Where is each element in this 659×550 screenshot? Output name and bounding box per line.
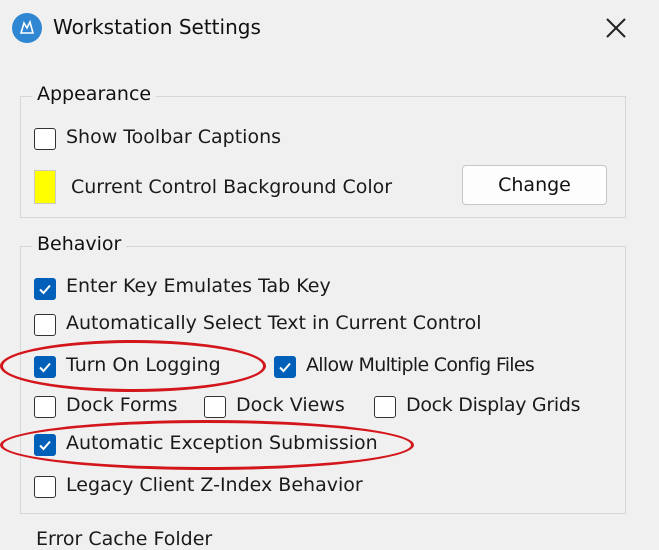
behavior-legend: Behavior	[32, 233, 127, 255]
dock-forms-label[interactable]: Dock Forms	[66, 394, 178, 416]
allow-multiple-config-checkbox[interactable]	[274, 356, 296, 378]
dock-views-label[interactable]: Dock Views	[236, 394, 345, 416]
auto-exception-label[interactable]: Automatic Exception Submission	[66, 432, 378, 454]
enter-key-tab-label[interactable]: Enter Key Emulates Tab Key	[66, 275, 331, 297]
dock-views-checkbox[interactable]	[204, 396, 226, 418]
auto-select-text-label[interactable]: Automatically Select Text in Current Con…	[66, 312, 482, 334]
change-color-button[interactable]: Change	[462, 165, 607, 205]
appearance-legend: Appearance	[32, 83, 157, 105]
close-button[interactable]	[596, 10, 636, 46]
title-bar: Workstation Settings	[0, 0, 659, 56]
current-color-label: Current Control Background Color	[71, 176, 393, 198]
window-title: Workstation Settings	[53, 15, 261, 39]
enter-key-tab-checkbox[interactable]	[34, 278, 56, 300]
show-toolbar-captions-label[interactable]: Show Toolbar Captions	[66, 126, 281, 148]
turn-on-logging-checkbox[interactable]	[34, 356, 56, 378]
error-cache-folder-legend: Error Cache Folder	[36, 528, 213, 550]
dock-display-grids-label[interactable]: Dock Display Grids	[406, 394, 581, 416]
turn-on-logging-label[interactable]: Turn On Logging	[66, 354, 221, 376]
show-toolbar-captions-checkbox[interactable]	[34, 128, 56, 150]
dock-display-grids-checkbox[interactable]	[374, 396, 396, 418]
current-color-swatch	[34, 170, 56, 204]
app-logo-icon	[12, 13, 42, 43]
dock-forms-checkbox[interactable]	[34, 396, 56, 418]
auto-select-text-checkbox[interactable]	[34, 314, 56, 336]
legacy-zindex-checkbox[interactable]	[34, 476, 56, 498]
allow-multiple-config-label[interactable]: Allow Multiple Config Files	[306, 354, 535, 376]
legacy-zindex-label[interactable]: Legacy Client Z-Index Behavior	[66, 474, 363, 496]
auto-exception-checkbox[interactable]	[34, 434, 56, 456]
close-icon	[606, 18, 626, 38]
